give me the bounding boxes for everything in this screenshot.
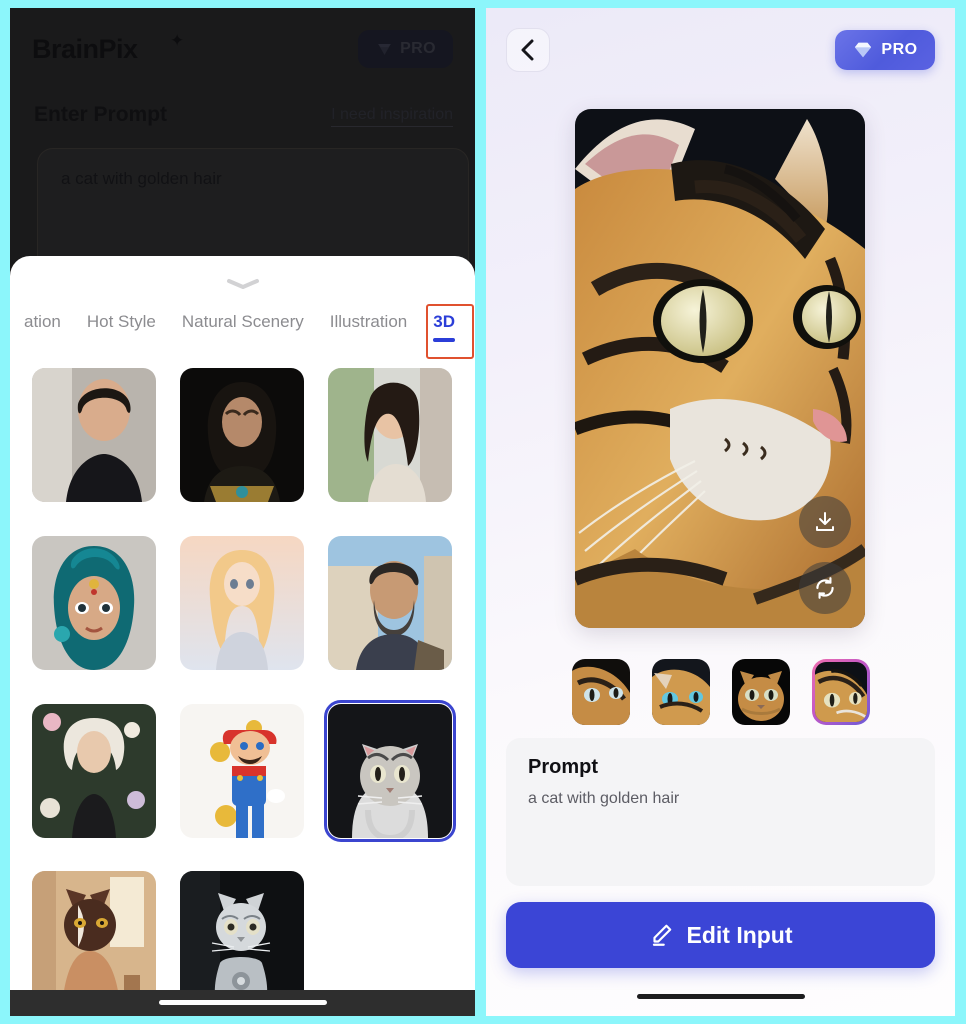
style-item-bearded-warrior-street[interactable] [328, 535, 452, 670]
tab-natural-scenery[interactable]: Natural Scenery [182, 308, 304, 332]
style-item-hooded-tabby-cat[interactable] [324, 699, 456, 842]
screenshot-stage: BrainPix ✦ PRO Enter Prompt I need inspi… [0, 0, 966, 1024]
style-item-hooded-sorcerer[interactable] [180, 368, 304, 502]
chevron-down-icon[interactable] [226, 278, 260, 290]
home-indicator-bar-left [158, 1000, 327, 1005]
pro-badge-right-label: PRO [881, 41, 918, 58]
sparkle-icon: ✦ [170, 31, 185, 50]
enter-prompt-label: Enter Prompt [34, 103, 168, 126]
edit-input-button[interactable]: Edit Input [506, 902, 935, 968]
style-item-young-man-portrait[interactable] [32, 368, 156, 502]
regenerate-button[interactable] [799, 562, 851, 614]
style-item-blonde-anime-girl[interactable] [180, 535, 304, 670]
prompt-card-value: a cat with golden hair [528, 790, 680, 807]
style-tabs: ation Hot Style Natural Scenery Illustra… [10, 308, 475, 360]
need-inspiration-link[interactable]: I need inspiration [331, 106, 453, 127]
prompt-section-header: Enter Prompt I need inspiration [34, 103, 453, 133]
download-button[interactable] [799, 496, 851, 548]
pencil-icon [653, 924, 672, 946]
pro-badge-left[interactable]: PRO [358, 30, 453, 68]
home-indicator-left [10, 990, 475, 1016]
tab-hot-style[interactable]: Hot Style [87, 308, 156, 332]
left-app-header: BrainPix ✦ PRO [32, 30, 453, 82]
style-item-white-haired-girl-flowers[interactable] [32, 703, 156, 838]
diamond-icon [378, 43, 391, 55]
hero-action-buttons [799, 496, 851, 614]
variant-thumbnail-3[interactable] [731, 659, 790, 725]
home-indicator-right [636, 994, 805, 999]
annotation-highlight-3d-tab [426, 304, 474, 359]
tab-illustration[interactable]: Illustration [330, 308, 407, 332]
edit-input-button-label: Edit Input [686, 921, 793, 948]
variant-thumbnail-4[interactable] [811, 659, 870, 725]
download-icon [816, 512, 834, 531]
style-item-siamese-cat-interior[interactable] [32, 871, 156, 1006]
style-picker-sheet: ation Hot Style Natural Scenery Illustra… [10, 256, 475, 1016]
style-item-teal-haired-princess[interactable] [32, 535, 156, 670]
variant-thumbnail-2[interactable] [651, 659, 710, 725]
prompt-card-heading: Prompt [528, 756, 598, 778]
app-logo: BrainPix [32, 34, 138, 64]
style-grid [32, 368, 465, 1016]
variant-thumbnail-1[interactable] [571, 659, 630, 725]
style-item-robot-cat[interactable] [180, 871, 304, 1006]
style-item-smiling-woman-outdoors[interactable] [328, 368, 452, 502]
tab-ation[interactable]: ation [24, 308, 61, 332]
prompt-card: Prompt a cat with golden hair [506, 738, 935, 886]
variant-thumbnail-4-image [814, 662, 867, 722]
pro-badge-right[interactable]: PRO [835, 30, 935, 70]
pro-badge-left-label: PRO [400, 40, 436, 57]
variant-thumbnails [486, 659, 955, 729]
style-item-mario-character[interactable] [180, 703, 304, 838]
prompt-input-value: a cat with golden hair [61, 169, 222, 188]
back-button[interactable] [506, 28, 550, 72]
refresh-icon [816, 577, 834, 599]
chevron-left-icon [521, 39, 534, 61]
left-phone-screen: BrainPix ✦ PRO Enter Prompt I need inspi… [10, 8, 475, 1016]
right-app-header: PRO [506, 28, 935, 76]
diamond-icon [855, 42, 872, 58]
generated-image[interactable] [575, 109, 865, 628]
right-phone-screen: PRO Prompt a cat with golden hair Edit I… [486, 8, 955, 1016]
